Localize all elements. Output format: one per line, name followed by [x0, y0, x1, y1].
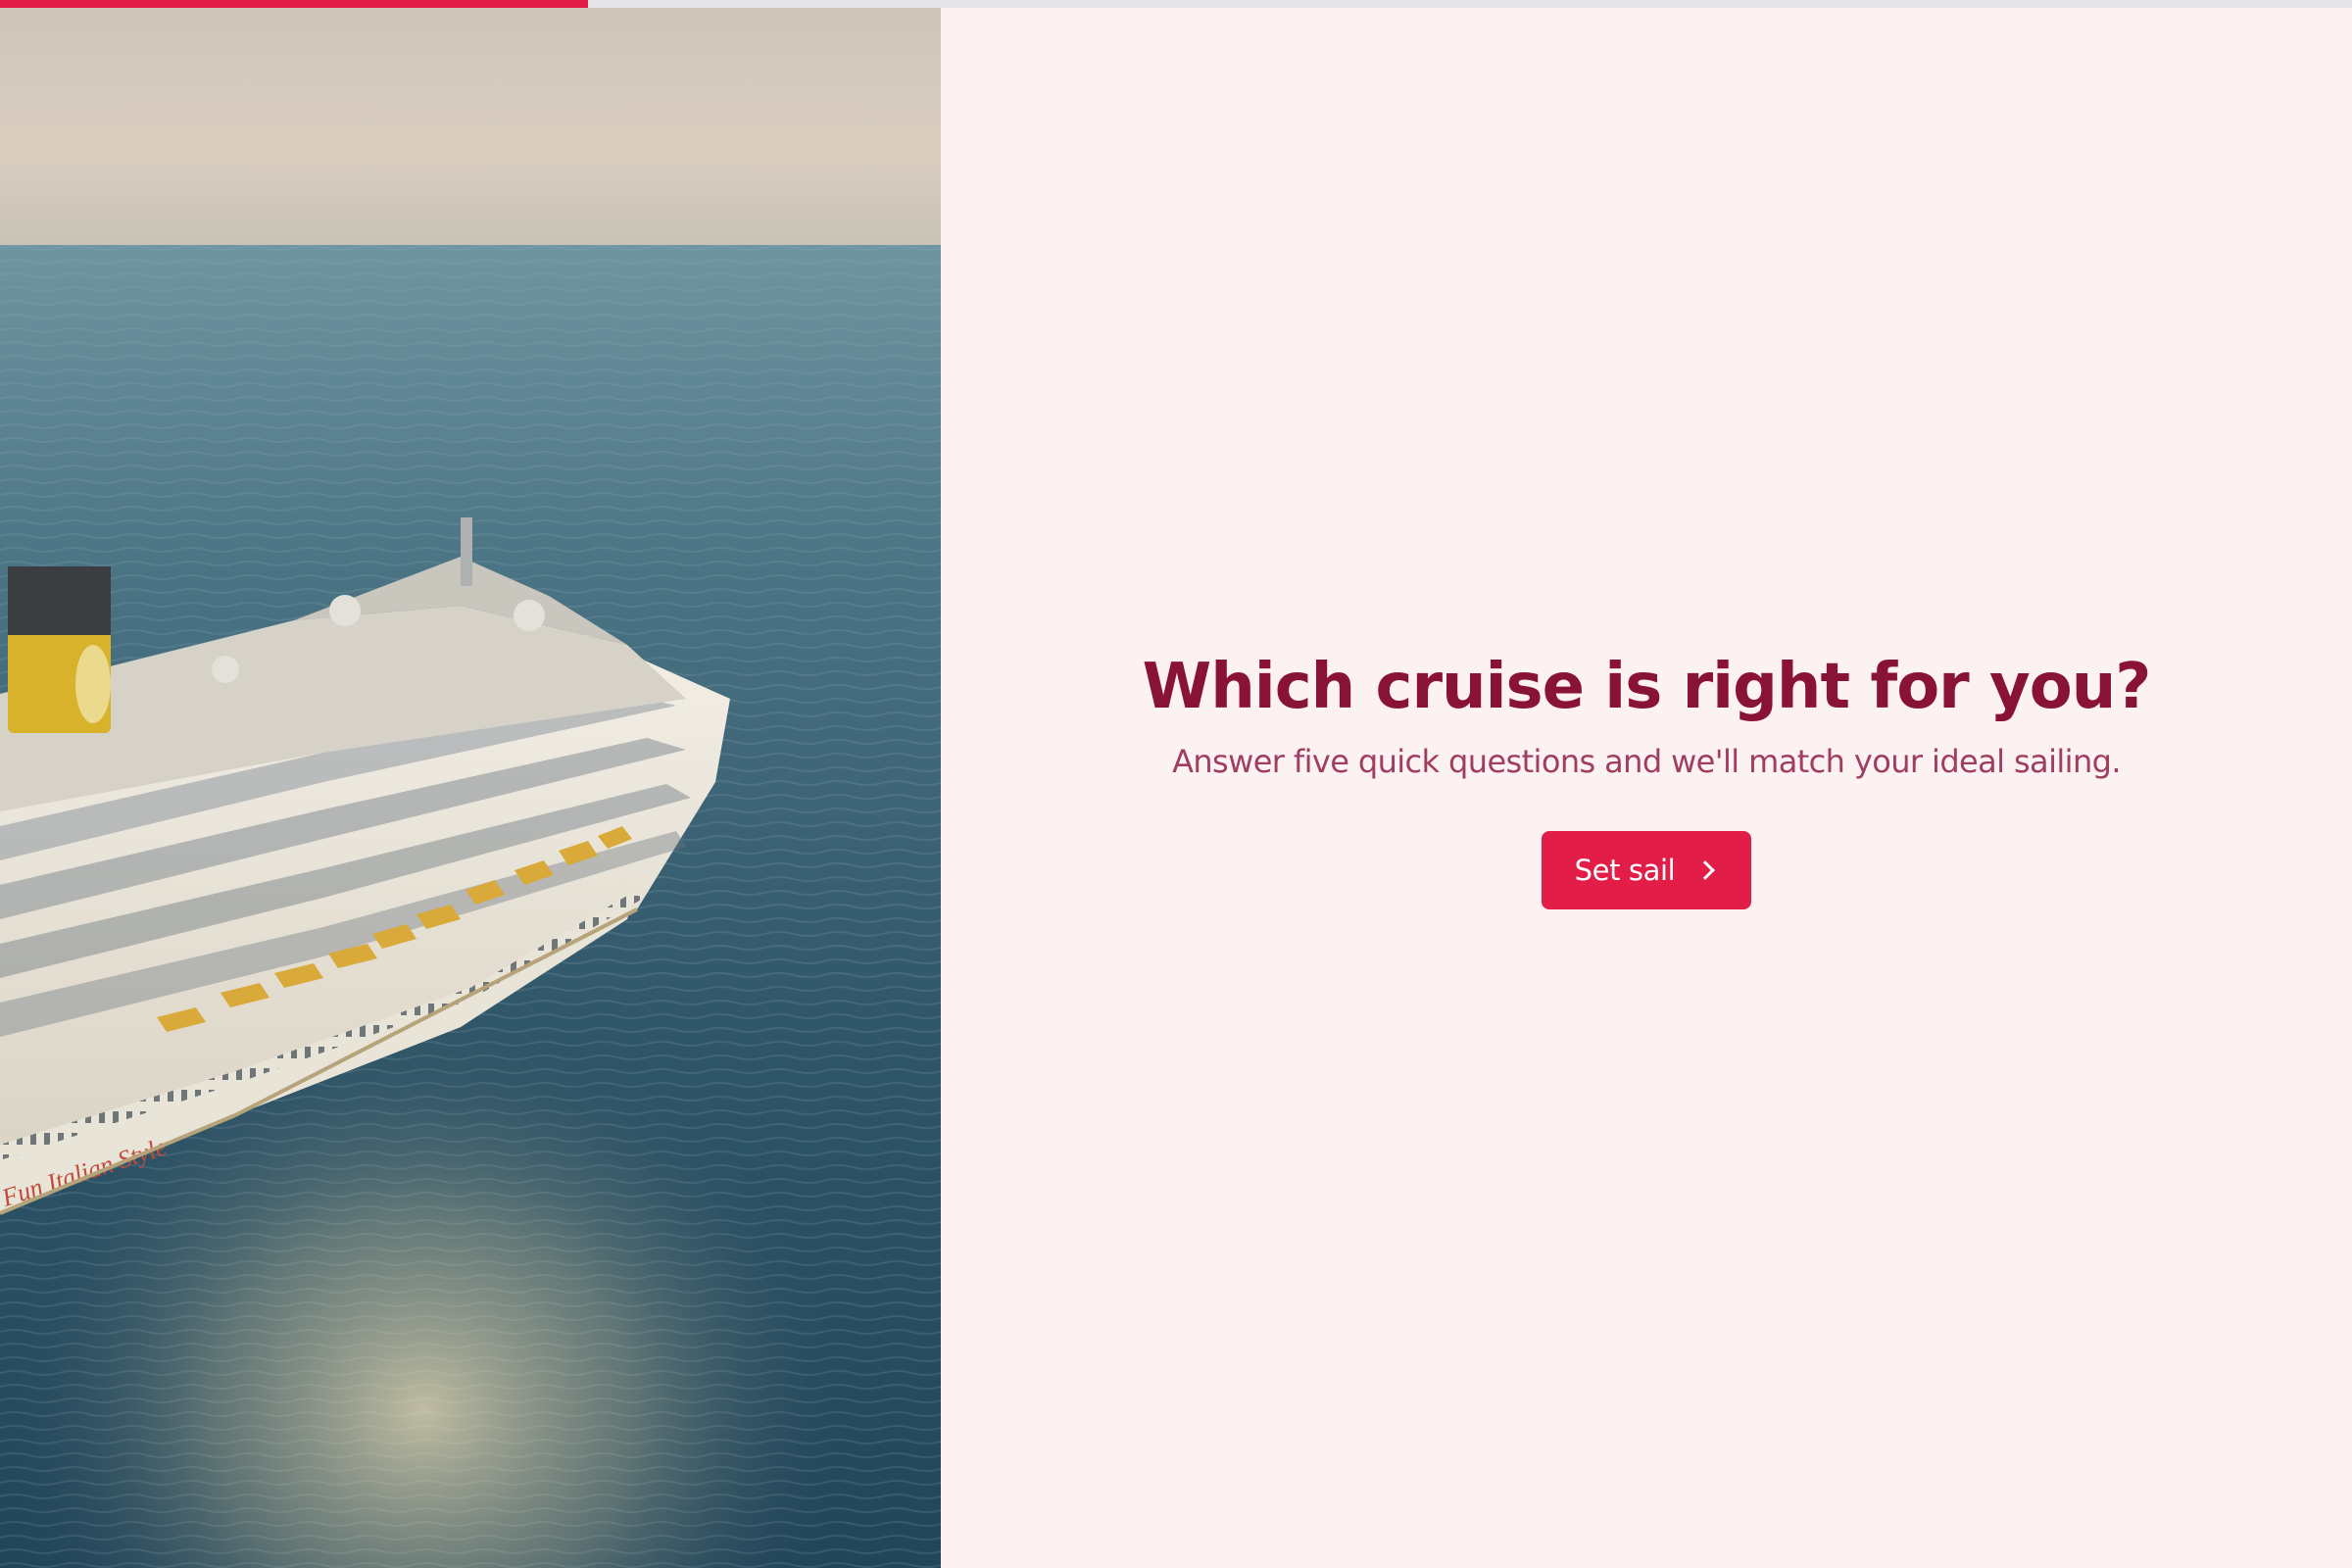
page-title: Which cruise is right for you?: [1142, 651, 2152, 723]
set-sail-button[interactable]: Set sail: [1541, 831, 1752, 910]
set-sail-label: Set sail: [1574, 854, 1676, 888]
hero-image: l Fun Italian Style: [0, 8, 941, 1568]
intro-content: Which cruise is right for you? Answer fi…: [941, 651, 2352, 910]
page-subtitle: Answer five quick questions and we'll ma…: [1172, 742, 2121, 780]
cruise-ship-photo: l Fun Italian Style: [0, 8, 941, 1568]
progress-bar-fill: [0, 0, 588, 8]
progress-bar: [0, 0, 2352, 8]
intro-panel: Which cruise is right for you? Answer fi…: [941, 8, 2352, 1568]
chevron-right-icon: [1695, 860, 1716, 881]
